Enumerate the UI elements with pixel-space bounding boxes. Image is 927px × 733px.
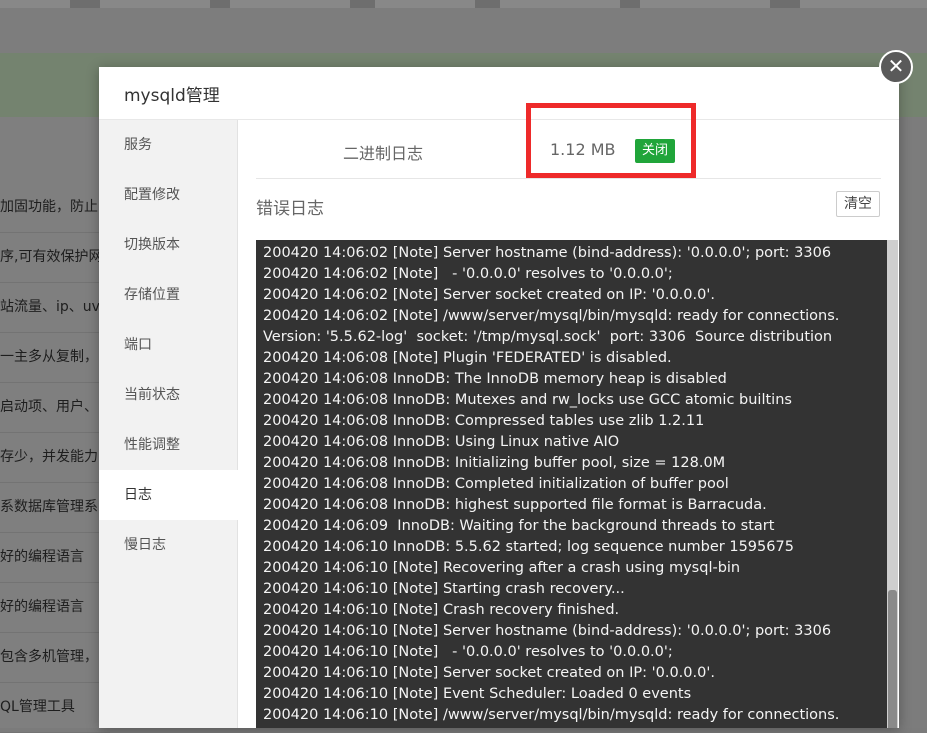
log-line: 200420 14:06:02 [Note] - '0.0.0.0' resol… <box>263 266 673 282</box>
background-tab <box>500 0 620 8</box>
log-line: 200420 14:06:08 InnoDB: Using Linux nati… <box>263 434 620 450</box>
background-row: 存少，并发能力 <box>0 432 110 483</box>
log-line: 200420 14:06:08 InnoDB: Initializing buf… <box>263 455 726 471</box>
log-line: 200420 14:06:10 [Note] Server socket cre… <box>263 665 715 681</box>
sidebar-item-service[interactable]: 服务 <box>99 120 237 170</box>
sidebar-item-slow-log[interactable]: 慢日志 <box>99 520 237 570</box>
log-line: 200420 14:06:10 [Note] Server hostname (… <box>263 623 832 639</box>
sidebar-item-switch-version[interactable]: 切换版本 <box>99 220 237 270</box>
clear-log-button[interactable]: 清空 <box>836 191 880 217</box>
background-row: 系数据库管理系 <box>0 482 110 533</box>
error-log-title: 错误日志 <box>256 199 324 219</box>
background-tab <box>100 0 210 8</box>
background-tab <box>230 0 350 8</box>
log-line: 200420 14:06:10 [Note] Event Scheduler: … <box>263 686 692 702</box>
background-tab <box>640 0 770 8</box>
annotation-highlight-box <box>526 103 696 178</box>
log-line: 200420 14:06:08 InnoDB: Completed initia… <box>263 476 729 492</box>
background-row: 一主多从复制， <box>0 332 110 383</box>
sidebar-item-status[interactable]: 当前状态 <box>99 370 237 420</box>
error-log-output[interactable]: 200420 14:06:02 [Note] Server hostname (… <box>256 240 898 728</box>
binlog-label: 二进制日志 <box>343 144 424 163</box>
log-line: 200420 14:06:10 [Note] Crash recovery fi… <box>263 602 620 618</box>
log-line: 200420 14:06:08 InnoDB: The InnoDB memor… <box>263 371 727 387</box>
logs-panel: 二进制日志 1.12 MB 关闭 错误日志 200420 14:06:02 [N… <box>256 103 898 728</box>
close-icon[interactable]: ✕ <box>879 50 913 84</box>
background-row: 好的编程语言 <box>0 582 110 633</box>
sidebar-item-config[interactable]: 配置修改 <box>99 170 237 220</box>
mysqld-manager-dialog: mysqld管理 服务 配置修改 切换版本 存储位置 端口 当前状态 性能调整 … <box>99 67 899 728</box>
sidebar-item-logs[interactable]: 日志 <box>99 470 238 520</box>
sidebar-item-storage[interactable]: 存储位置 <box>99 270 237 320</box>
dialog-header: mysqld管理 <box>99 67 899 120</box>
dialog-title: mysqld管理 <box>124 86 220 106</box>
background-row: 包含多机管理， <box>0 632 110 683</box>
log-line: 200420 14:06:08 InnoDB: Compressed table… <box>263 413 705 429</box>
log-line: 200420 14:06:02 [Note] Server socket cre… <box>263 287 715 303</box>
log-line: Version: '5.5.62-log' socket: '/tmp/mysq… <box>263 329 833 345</box>
background-row: 好的编程语言 <box>0 532 110 583</box>
background-row: 序,可有效保护网 <box>0 232 110 283</box>
background-header <box>0 8 927 53</box>
log-line: 200420 14:06:08 InnoDB: Mutexes and rw_l… <box>263 392 792 408</box>
background-row: 加固功能，防止 <box>0 182 110 233</box>
log-line: 200420 14:06:08 [Note] Plugin 'FEDERATED… <box>263 350 672 366</box>
sidebar-item-performance[interactable]: 性能调整 <box>99 420 237 470</box>
log-line: 200420 14:06:02 [Note] /www/server/mysql… <box>263 308 840 324</box>
sidebar-item-port[interactable]: 端口 <box>99 320 237 370</box>
log-line: 200420 14:06:08 InnoDB: highest supporte… <box>263 497 767 513</box>
log-scrollbar-thumb[interactable] <box>888 590 897 728</box>
log-line: 200420 14:06:10 [Note] Starting crash re… <box>263 581 625 597</box>
background-row: 站流量、ip、uv <box>0 282 110 333</box>
log-line: 200420 14:06:10 [Note] /www/server/mysql… <box>263 707 840 723</box>
background-tab <box>800 0 927 8</box>
log-line: 200420 14:06:10 [Note] - '0.0.0.0' resol… <box>263 644 673 660</box>
log-line: 200420 14:06:02 [Note] Server hostname (… <box>263 245 832 261</box>
binlog-row: 二进制日志 1.12 MB 关闭 <box>256 103 881 179</box>
background-tab <box>375 0 475 8</box>
dialog-sidebar: 服务 配置修改 切换版本 存储位置 端口 当前状态 性能调整 日志 慢日志 <box>99 120 238 728</box>
log-line: 200420 14:06:10 InnoDB: 5.5.62 started; … <box>263 539 794 555</box>
log-scrollbar[interactable] <box>887 240 898 728</box>
background-row: QL管理工具 <box>0 682 110 733</box>
background-row: 启动项、用户、 <box>0 382 110 433</box>
background-right-column <box>899 117 927 728</box>
background-tab <box>0 0 70 8</box>
log-line: 200420 14:06:09 InnoDB: Waiting for the … <box>263 518 775 534</box>
log-line: 200420 14:06:10 [Note] Recovering after … <box>263 560 741 576</box>
